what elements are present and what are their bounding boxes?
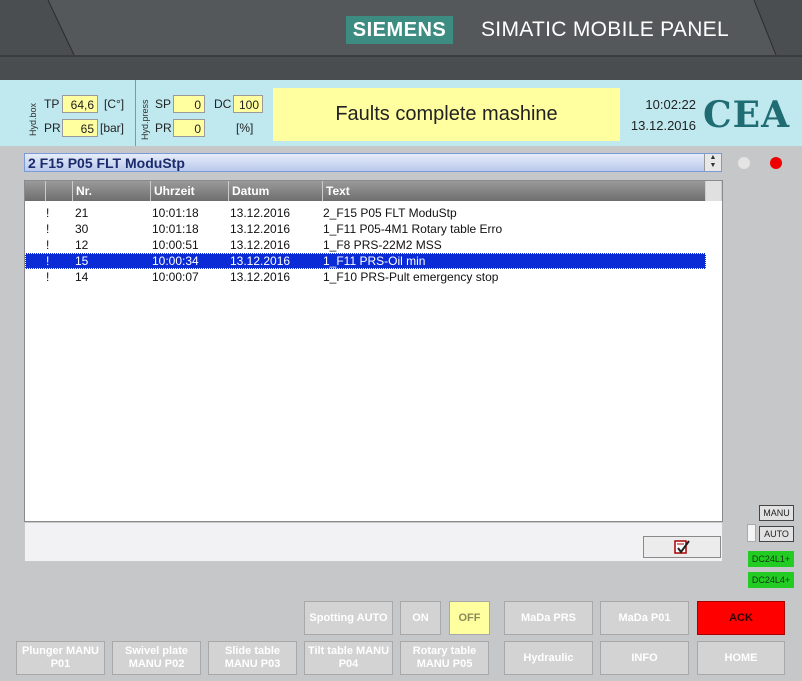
row-flag: !: [46, 254, 50, 268]
row-date: 13.12.2016: [230, 238, 291, 252]
ack-button[interactable]: ACK: [697, 601, 785, 635]
tp-label: TP: [44, 97, 60, 111]
manu-indicator: MANU: [759, 505, 794, 521]
dc24l4-indicator: DC24L4+: [748, 572, 794, 588]
table-row[interactable]: ! 12 10:00:51 13.12.2016 1_F8 PRS-22M2 M…: [25, 237, 706, 253]
row-nr: 15: [75, 254, 89, 268]
table-corner: [706, 181, 722, 201]
row-flag: !: [46, 206, 50, 220]
info-button[interactable]: INFO: [600, 641, 689, 675]
row-nr: 14: [75, 270, 89, 284]
dc-label: DC: [214, 97, 232, 111]
device-bezel: SIEMENS SIMATIC MOBILE PANEL: [0, 0, 802, 62]
pr2-label: PR: [155, 121, 172, 135]
row-flag: !: [46, 238, 50, 252]
pr2-value-field: 0: [173, 119, 205, 137]
pr-value-field: 65: [62, 119, 98, 137]
status-header: Hyd.box TP 64,6 [C°] PR 65 [bar] Hyd.pre…: [0, 80, 802, 146]
hyd-press-label: Hyd.press: [140, 99, 150, 140]
mada-p01-button[interactable]: MaDa P01: [600, 601, 689, 635]
panel-model: SIMATIC MOBILE PANEL: [481, 18, 729, 41]
row-time: 10:00:34: [152, 254, 199, 268]
row-text: 1_F11 P05-4M1 Rotary table Erro: [323, 222, 503, 236]
row-date: 13.12.2016: [230, 222, 291, 236]
home-button[interactable]: HOME: [697, 641, 785, 675]
table-header: Nr. Uhrzeit Datum Text: [25, 181, 722, 201]
pr-unit: [bar]: [100, 121, 125, 135]
dc-value-field: 100: [233, 95, 263, 113]
row-date: 13.12.2016: [230, 270, 291, 284]
table-row[interactable]: ! 30 10:01:18 13.12.2016 1_F11 P05-4M1 R…: [25, 221, 706, 237]
status-led-off-icon: [738, 157, 750, 169]
row-text: 1_F11 PRS-Oil min: [323, 254, 426, 268]
row-nr: 12: [75, 238, 89, 252]
clock-date: 13.12.2016: [630, 118, 696, 133]
cea-logo: CEA: [703, 94, 791, 136]
alarm-selector-text: 2 F15 P05 FLT ModuStp: [28, 155, 185, 171]
header-divider: [135, 80, 136, 146]
row-text: 1_F8 PRS-22M2 MSS: [323, 238, 442, 252]
col-header-nr[interactable]: Nr.: [73, 181, 151, 201]
row-time: 10:00:51: [152, 238, 199, 252]
row-flag: !: [46, 270, 50, 284]
tp-unit: [C°]: [104, 97, 125, 111]
screen-title: Faults complete mashine: [273, 88, 620, 141]
dc24l1-indicator: DC24L1+: [748, 551, 794, 567]
row-time: 10:01:18: [152, 206, 199, 220]
alarm-selector[interactable]: 2 F15 P05 FLT ModuStp ▲ ▼: [24, 153, 722, 172]
hydraulic-button[interactable]: Hydraulic: [504, 641, 593, 675]
sp-value-field: 0: [173, 95, 205, 113]
col-header-text[interactable]: Text: [323, 181, 706, 201]
rotary-table-manu-p05-button[interactable]: Rotary table MANU P05: [400, 641, 489, 675]
acknowledge-check-icon: [674, 540, 690, 554]
row-time: 10:00:07: [152, 270, 199, 284]
off-button[interactable]: OFF: [449, 601, 490, 635]
alarm-toolbar: [24, 522, 723, 562]
table-row[interactable]: ! 21 10:01:18 13.12.2016 2_F15 P05 FLT M…: [25, 205, 706, 221]
auto-indicator: AUTO: [759, 526, 794, 542]
row-time: 10:01:18: [152, 222, 199, 236]
table-row-selected[interactable]: ! 15 10:00:34 13.12.2016 1_F11 PRS-Oil m…: [25, 253, 706, 269]
mode-switch-indicator: [747, 524, 756, 542]
swivel-plate-manu-p02-button[interactable]: Swivel plate MANU P02: [112, 641, 201, 675]
col-header-uhrzeit[interactable]: Uhrzeit: [151, 181, 229, 201]
pr-label: PR: [44, 121, 61, 135]
on-button[interactable]: ON: [400, 601, 441, 635]
row-nr: 21: [75, 206, 89, 220]
sp-label: SP: [155, 97, 172, 111]
col-header-flag[interactable]: [25, 181, 46, 201]
spin-arrows-icon[interactable]: ▲ ▼: [704, 154, 721, 171]
tp-value-field: 64,6: [62, 95, 98, 113]
row-text: 1_F10 PRS-Pult emergency stop: [323, 270, 499, 284]
alarm-table: Nr. Uhrzeit Datum Text ! 21 10:01:18 13.…: [24, 180, 723, 522]
pr2-unit: [%]: [236, 121, 254, 135]
hmi-screen: Hyd.box TP 64,6 [C°] PR 65 [bar] Hyd.pre…: [0, 80, 802, 681]
row-date: 13.12.2016: [230, 254, 291, 268]
col-header-datum[interactable]: Datum: [229, 181, 323, 201]
row-flag: !: [46, 222, 50, 236]
clock-time: 10:02:22: [645, 97, 696, 112]
slide-table-manu-p03-button[interactable]: Slide table MANU P03: [208, 641, 297, 675]
acknowledge-alarm-button[interactable]: [643, 536, 721, 558]
row-text: 2_F15 P05 FLT ModuStp: [323, 206, 457, 220]
mada-prs-button[interactable]: MaDa PRS: [504, 601, 593, 635]
row-date: 13.12.2016: [230, 206, 291, 220]
table-row[interactable]: ! 14 10:00:07 13.12.2016 1_F10 PRS-Pult …: [25, 269, 706, 285]
row-nr: 30: [75, 222, 89, 236]
plunger-manu-p01-button[interactable]: Plunger MANU P01: [16, 641, 105, 675]
spotting-auto-button[interactable]: Spotting AUTO: [304, 601, 393, 635]
tilt-table-manu-p04-button[interactable]: Tilt table MANU P04: [304, 641, 393, 675]
col-header-empty[interactable]: [46, 181, 73, 201]
hyd-box-label: Hyd.box: [28, 102, 38, 136]
siemens-logo: SIEMENS: [346, 16, 453, 44]
status-led-red-icon: [770, 157, 782, 169]
